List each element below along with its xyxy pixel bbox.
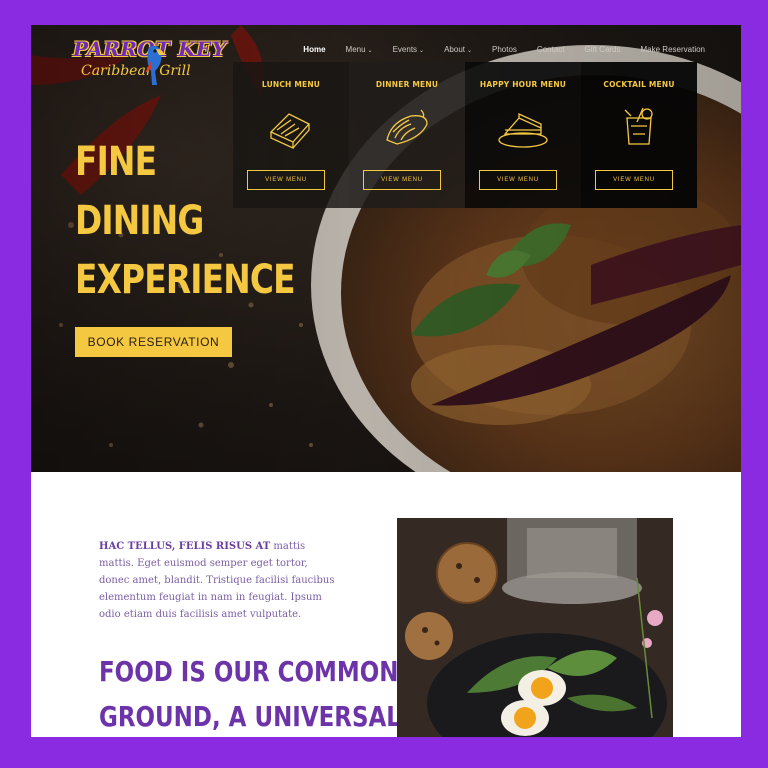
nav-label: Home (303, 45, 326, 54)
hero-section: PARROT KEY Caribbean Grill Home Menu ⌄ Ev… (31, 25, 741, 472)
section-heading-line: FOOD IS OUR COMMON (99, 655, 399, 688)
menu-card-title: COCKTAIL MENU (603, 80, 675, 89)
brand-logo[interactable]: PARROT KEY Caribbean Grill (73, 37, 226, 101)
nav-label: Events (392, 45, 418, 54)
hero-headline: FINE DINING EXPERIENCE (75, 133, 343, 310)
dinner-icon (386, 109, 428, 145)
chevron-down-icon: ⌄ (367, 48, 373, 54)
nav-photos[interactable]: Photos (492, 45, 517, 54)
nav-label: Make Reservation (640, 45, 705, 54)
nav-label: Menu (345, 45, 366, 54)
nav-label: Gift Cards (584, 45, 621, 54)
nav-gift-cards[interactable]: Gift Cards (585, 45, 621, 54)
view-menu-button[interactable]: VIEW MENU (363, 170, 441, 190)
brand-tagline: Caribbean Grill (81, 63, 191, 79)
view-menu-button[interactable]: VIEW MENU (595, 170, 673, 190)
nav-events[interactable]: Events ⌄ (393, 45, 425, 54)
nav-label: About (444, 45, 465, 54)
chevron-down-icon: ⌄ (466, 48, 473, 54)
nav-label: Contact (536, 45, 565, 54)
menu-card-title: LUNCH MENU (261, 80, 321, 89)
book-reservation-button[interactable]: BOOK RESERVATION (75, 327, 232, 357)
nav-contact[interactable]: Contact (537, 45, 565, 54)
parrot-icon (145, 45, 164, 85)
chevron-down-icon: ⌄ (419, 48, 425, 54)
headline-line: DINING (75, 198, 204, 244)
nav-make-reservation[interactable]: Make Reservation (641, 45, 705, 54)
cake-slice-icon (498, 112, 548, 148)
main-nav: Home Menu ⌄ Events ⌄ About ⌄ Photos Contact… (303, 45, 705, 54)
cocktail-icon (624, 107, 653, 145)
headline-line: FINE (75, 139, 157, 185)
nav-home[interactable]: Home (303, 45, 325, 54)
breakfast-plate-image (397, 518, 673, 737)
menu-card-title: HAPPY HOUR MENU (479, 80, 567, 89)
nav-about[interactable]: About ⌄ (444, 45, 472, 54)
menu-card-dinner: DINNER MENU VIEW MENU (349, 62, 465, 208)
menu-card-title: DINNER MENU (375, 80, 439, 89)
page-frame: PARROT KEY Caribbean Grill Home Menu ⌄ Ev… (31, 25, 741, 737)
menu-card-happy-hour: HAPPY HOUR MENU VIEW MENU (465, 62, 581, 208)
intro-lead: HAC TELLUS, FELIS RISUS AT (99, 541, 271, 552)
nav-menu[interactable]: Menu ⌄ (346, 45, 373, 54)
nav-label: Photos (492, 45, 517, 54)
food-photo (397, 518, 673, 737)
intro-body: mattis mattis. Eget euismod semper eget … (99, 541, 335, 620)
intro-paragraph: HAC TELLUS, FELIS RISUS AT mattis mattis… (99, 538, 339, 623)
headline-line: EXPERIENCE (75, 257, 296, 303)
section-heading-line: GROUND, A UNIVERSAL (99, 700, 401, 733)
view-menu-button[interactable]: VIEW MENU (479, 170, 557, 190)
menu-card-cocktail: COCKTAIL MENU VIEW MENU (581, 62, 697, 208)
